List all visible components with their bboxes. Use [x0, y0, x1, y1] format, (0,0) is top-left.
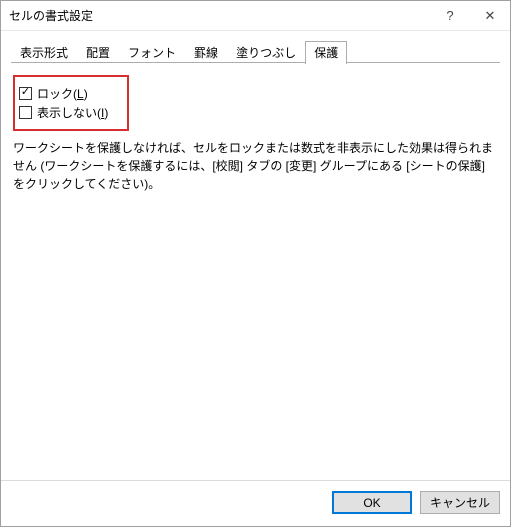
client-area: 表示形式 配置 フォント 罫線 塗りつぶし 保護 ✓ ロック(L) [1, 31, 510, 480]
highlight-annotation: ✓ ロック(L) 表示しない(I) [13, 75, 129, 131]
close-icon: ✕ [485, 8, 496, 24]
titlebar: セルの書式設定 ? ✕ [1, 1, 510, 31]
close-button[interactable]: ✕ [470, 1, 510, 30]
hidden-checkbox-row[interactable]: 表示しない(I) [19, 104, 113, 121]
cancel-button-label: キャンセル [430, 494, 490, 511]
dialog-footer: OK キャンセル [1, 480, 510, 526]
tab-label: フォント [128, 46, 176, 60]
protection-panel: ✓ ロック(L) 表示しない(I) ワークシートを保護しなければ、セルをロックま… [11, 63, 500, 480]
tab-number-format[interactable]: 表示形式 [11, 41, 77, 64]
tab-label: 罫線 [194, 46, 218, 60]
tab-alignment[interactable]: 配置 [77, 41, 119, 64]
window-title: セルの書式設定 [1, 7, 430, 24]
tab-strip: 表示形式 配置 フォント 罫線 塗りつぶし 保護 [11, 41, 500, 63]
cancel-button[interactable]: キャンセル [420, 491, 500, 514]
lock-checkbox-row[interactable]: ✓ ロック(L) [19, 85, 113, 102]
tab-label: 配置 [86, 46, 110, 60]
hidden-checkbox-label: 表示しない(I) [37, 104, 108, 121]
tab-font[interactable]: フォント [119, 41, 185, 64]
ok-button-label: OK [363, 496, 380, 510]
hidden-checkbox[interactable] [19, 106, 32, 119]
tab-protection[interactable]: 保護 [305, 41, 347, 64]
tab-label: 表示形式 [20, 46, 68, 60]
window-controls: ? ✕ [430, 1, 510, 30]
lock-checkbox[interactable]: ✓ [19, 87, 32, 100]
lock-checkbox-label: ロック(L) [37, 85, 88, 102]
format-cells-dialog: セルの書式設定 ? ✕ 表示形式 配置 フォント 罫線 塗りつぶし 保護 ✓ [0, 0, 511, 527]
tab-underline [11, 62, 500, 63]
check-icon: ✓ [21, 87, 30, 98]
tab-fill[interactable]: 塗りつぶし [227, 41, 305, 64]
ok-button[interactable]: OK [332, 491, 412, 514]
help-icon: ? [446, 8, 453, 23]
tab-border[interactable]: 罫線 [185, 41, 227, 64]
help-button[interactable]: ? [430, 1, 470, 30]
protection-description: ワークシートを保護しなければ、セルをロックまたは数式を非表示にした効果は得られま… [13, 139, 498, 193]
tab-label: 保護 [314, 46, 338, 60]
tab-label: 塗りつぶし [236, 46, 296, 60]
